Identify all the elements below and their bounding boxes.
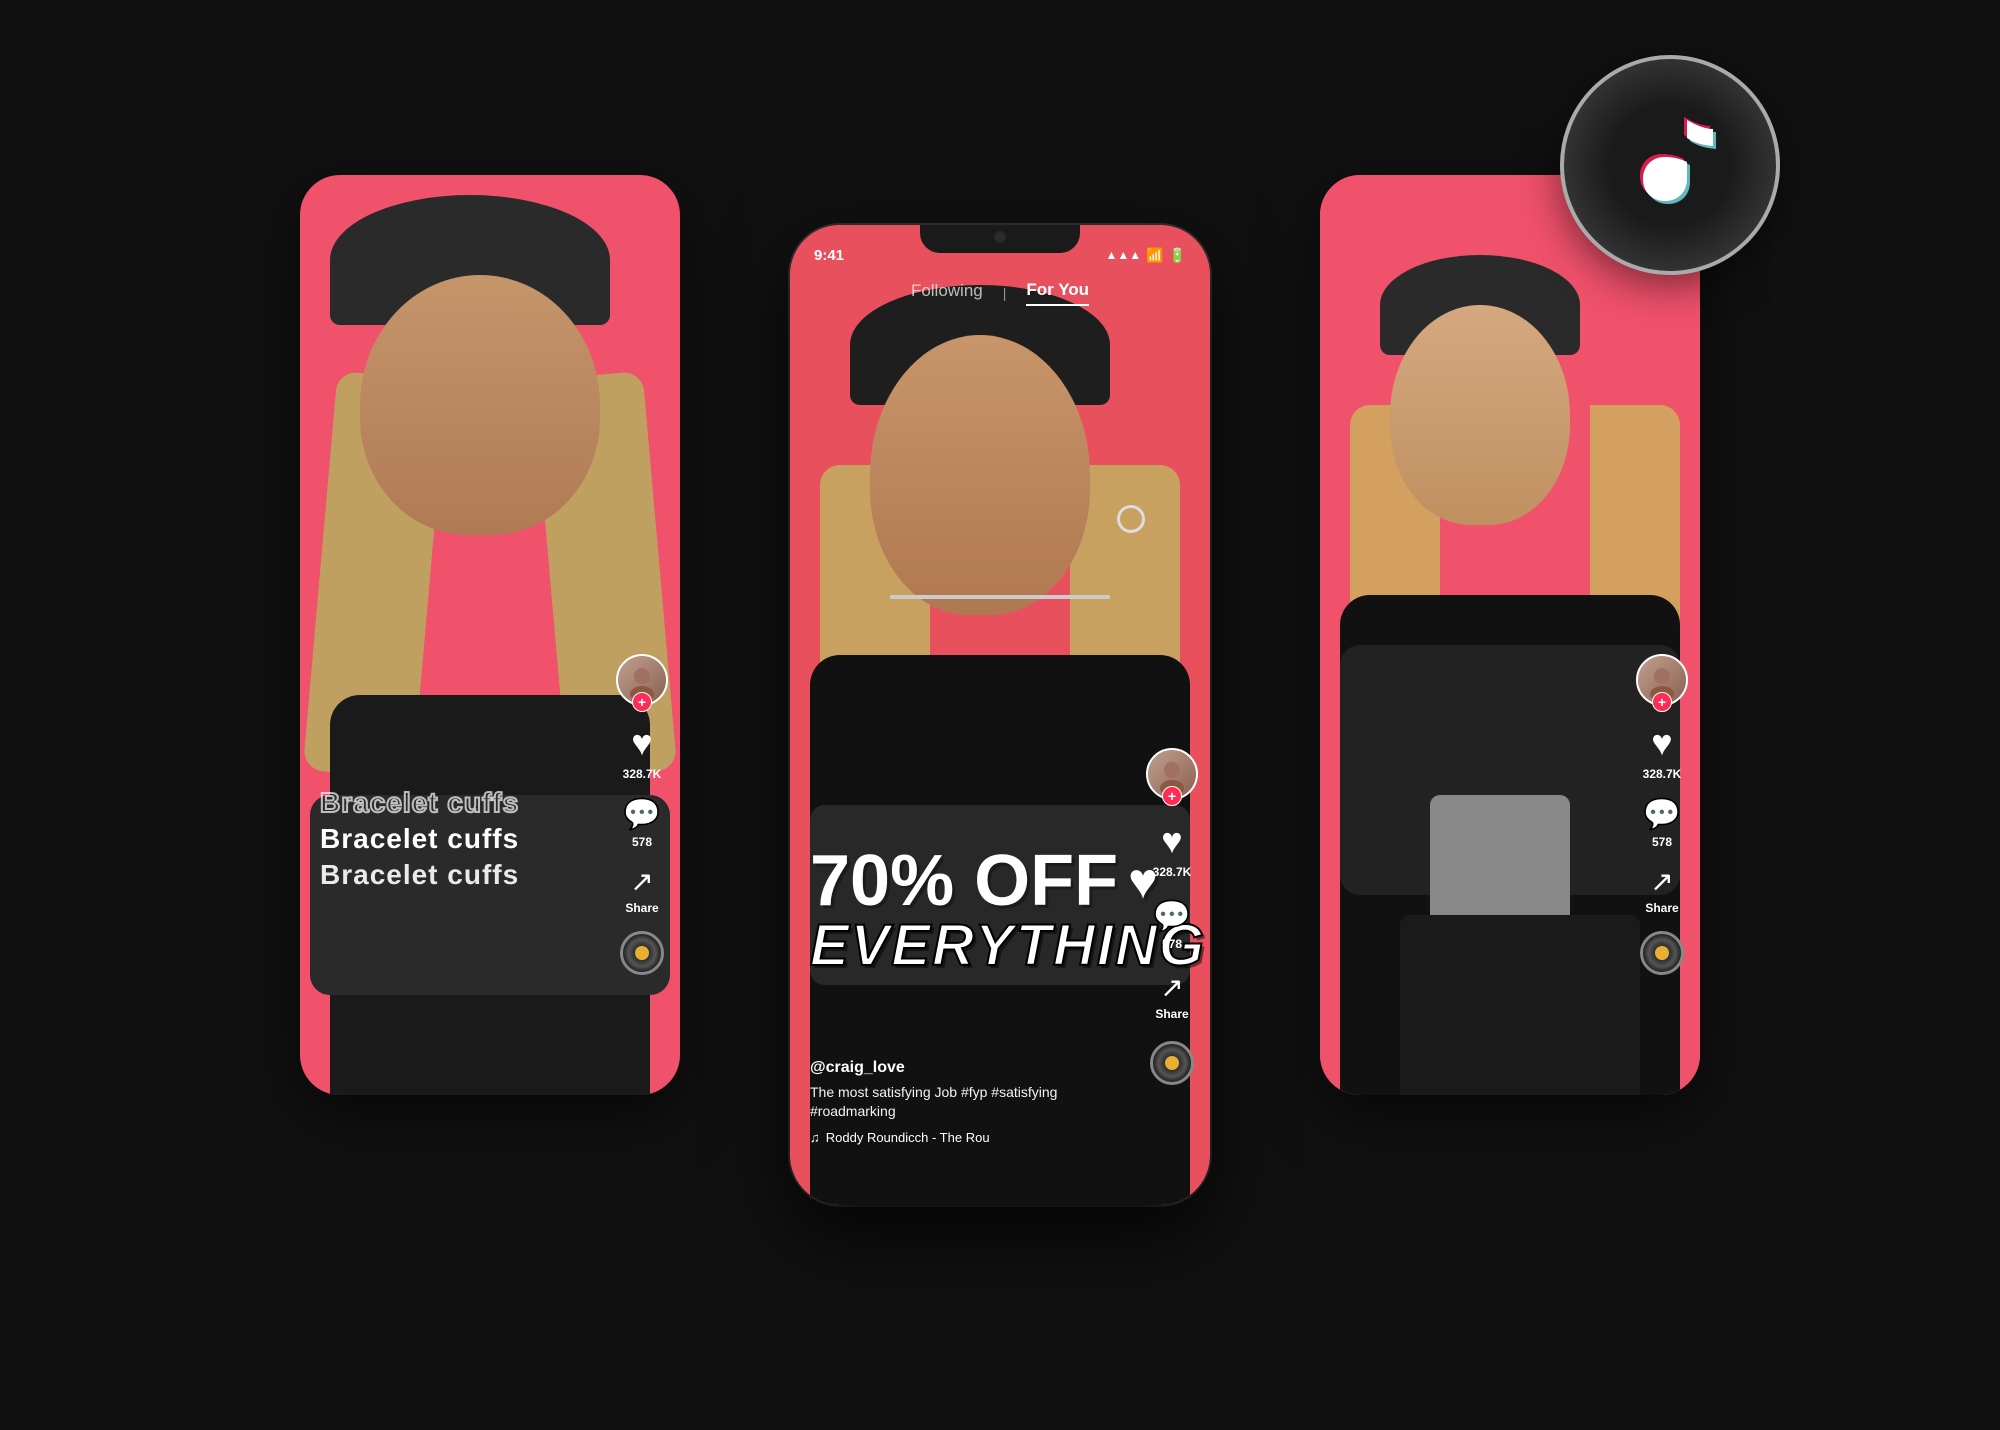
- bracelet-text-solid2: Bracelet cuffs: [320, 859, 519, 891]
- music-disc-inner-center: [1165, 1056, 1179, 1070]
- phone-center: 9:41 ▲▲▲ 📶 🔋 Following | For You: [790, 225, 1210, 1205]
- center-sidebar: + ♥ 328.7K 💬 578 ↗ Share: [1146, 748, 1198, 1085]
- music-disc-inner-right: [1655, 946, 1669, 960]
- comment-count-right: 578: [1652, 835, 1672, 849]
- avatar-right: +: [1636, 654, 1688, 706]
- nav-tabs: Following | For You: [790, 280, 1210, 306]
- like-count-left: 328.7K: [623, 767, 662, 781]
- overlay-text-group: Bracelet cuffs Bracelet cuffs Bracelet c…: [320, 787, 519, 895]
- heart-icon-center: ♥: [1161, 820, 1182, 862]
- tab-for-you[interactable]: For You: [1026, 280, 1089, 306]
- scene: Bracelet cuffs Bracelet cuffs Bracelet c…: [300, 115, 1700, 1315]
- heart-icon-right: ♥: [1651, 722, 1672, 764]
- camera-dot: [994, 231, 1006, 243]
- like-count-center: 328.7K: [1153, 865, 1192, 879]
- share-icon-center: ↗: [1160, 971, 1183, 1004]
- comment-action-right[interactable]: 💬 578: [1643, 797, 1680, 849]
- heart-icon-left: ♥: [631, 722, 652, 764]
- right-face: [1390, 305, 1570, 525]
- music-note-icon: ♫: [810, 1130, 820, 1145]
- share-action-left[interactable]: ↗ Share: [625, 865, 658, 915]
- share-action-center[interactable]: ↗ Share: [1155, 971, 1188, 1021]
- status-time: 9:41: [814, 247, 844, 264]
- share-label-right: Share: [1645, 901, 1678, 915]
- face-shape: [360, 275, 600, 535]
- status-icons: ▲▲▲ 📶 🔋: [1105, 247, 1186, 264]
- music-text: Roddy Roundicch - The Rou: [826, 1130, 990, 1145]
- share-label-center: Share: [1155, 1007, 1188, 1021]
- music-disc-right: [1640, 931, 1684, 975]
- right-phone-sidebar: + ♥ 328.7K 💬 578 ↗ Share: [1636, 654, 1688, 975]
- signal-icon: ▲▲▲: [1105, 248, 1141, 262]
- like-count-right: 328.7K: [1643, 767, 1682, 781]
- tiktok-icon: [1605, 100, 1735, 230]
- comment-icon-center: 💬: [1153, 899, 1190, 934]
- battery-icon: 🔋: [1169, 247, 1186, 264]
- tiktok-logo-circle: [1560, 55, 1780, 275]
- like-action-left[interactable]: ♥ 328.7K: [623, 722, 662, 781]
- avatar-left: +: [616, 654, 668, 706]
- nav-divider: |: [1003, 285, 1007, 301]
- plus-badge-center[interactable]: +: [1162, 786, 1182, 806]
- music-disc-inner-left: [635, 946, 649, 960]
- bracelet-text-outline: Bracelet cuffs: [320, 787, 519, 819]
- comment-action-center[interactable]: 💬 578: [1153, 899, 1190, 951]
- share-label-left: Share: [625, 901, 658, 915]
- earring: [1117, 505, 1145, 533]
- caption: The most satisfying Job #fyp #satisfying…: [810, 1083, 1130, 1122]
- share-icon-left: ↗: [630, 865, 653, 898]
- like-action-center[interactable]: ♥ 328.7K: [1153, 820, 1192, 879]
- plus-badge-left[interactable]: +: [632, 692, 652, 712]
- share-icon-right: ↗: [1650, 865, 1673, 898]
- tab-following[interactable]: Following: [911, 281, 983, 305]
- comment-icon-left: 💬: [623, 797, 660, 832]
- right-boots: [1400, 915, 1640, 1095]
- comment-icon-right: 💬: [1643, 797, 1680, 832]
- music-disc-center: [1150, 1041, 1194, 1085]
- wifi-icon: 📶: [1146, 247, 1163, 264]
- plus-badge-right[interactable]: +: [1652, 692, 1672, 712]
- comment-count-center: 578: [1162, 937, 1182, 951]
- like-action-right[interactable]: ♥ 328.7K: [1643, 722, 1682, 781]
- tiktok-logo: [1560, 55, 1780, 275]
- necklace: [890, 595, 1110, 599]
- share-action-right[interactable]: ↗ Share: [1645, 865, 1678, 915]
- phone-right: + ♥ 328.7K 💬 578 ↗ Share: [1320, 175, 1700, 1095]
- comment-count-left: 578: [632, 835, 652, 849]
- username[interactable]: @craig_love: [810, 1059, 1130, 1077]
- phone-left: Bracelet cuffs Bracelet cuffs Bracelet c…: [300, 175, 680, 1095]
- left-phone-sidebar: + ♥ 328.7K 💬 578 ↗ Share: [616, 654, 668, 975]
- comment-action-left[interactable]: 💬 578: [623, 797, 660, 849]
- music-disc-left: [620, 931, 664, 975]
- avatar-center: +: [1146, 748, 1198, 800]
- right-body: [1340, 595, 1680, 1095]
- notch: [920, 225, 1080, 253]
- bracelet-text-solid1: Bracelet cuffs: [320, 823, 519, 855]
- cw-face: [870, 335, 1090, 615]
- bottom-info: @craig_love The most satisfying Job #fyp…: [810, 1059, 1130, 1145]
- music-row: ♫ Roddy Roundicch - The Rou: [810, 1130, 1130, 1145]
